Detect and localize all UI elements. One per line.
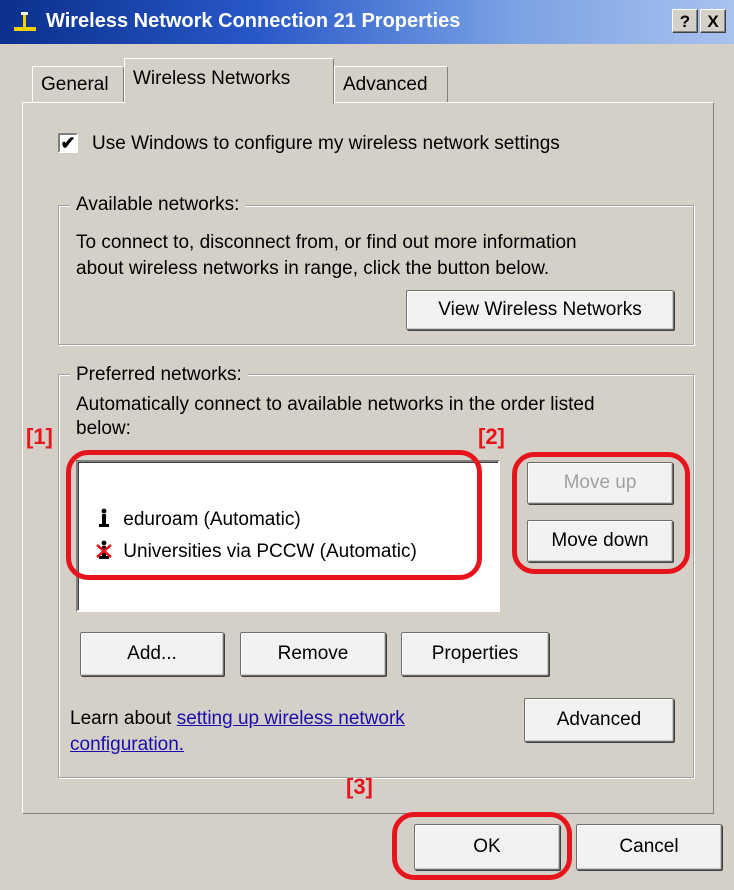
preferred-desc-line2: below: (76, 418, 131, 439)
tab-wireless-networks[interactable]: Wireless Networks (124, 58, 334, 104)
move-down-button[interactable]: Move down (527, 520, 673, 562)
learn-about-text: Learn about setting up wireless network (70, 708, 405, 730)
remove-button[interactable]: Remove (240, 632, 386, 676)
close-button[interactable]: X (700, 9, 726, 33)
available-desc-line2: about wireless networks in range, click … (76, 258, 550, 279)
available-desc-line1: To connect to, disconnect from, or find … (76, 232, 577, 253)
tab-general[interactable]: General (32, 66, 124, 104)
add-button[interactable]: Add... (80, 632, 224, 676)
list-item-universities-pccw[interactable]: Universities via PCCW (Automatic) (96, 540, 417, 563)
network-connection-icon (14, 12, 36, 31)
move-up-button[interactable]: Move up (527, 462, 673, 504)
title-bar[interactable]: Wireless Network Connection 21 Propertie… (0, 0, 734, 44)
setup-link-line2[interactable]: configuration. (70, 734, 184, 755)
callout-2: [2] (478, 424, 505, 449)
list-item-eduroam[interactable]: eduroam (Automatic) (96, 508, 301, 531)
network-antenna-icon (99, 508, 109, 527)
network-unavailable-icon (96, 540, 112, 559)
network-name: Universities via PCCW (Automatic) (123, 541, 417, 562)
preferred-networks-list[interactable] (76, 460, 500, 612)
window-title: Wireless Network Connection 21 Propertie… (46, 10, 461, 32)
ok-button[interactable]: OK (414, 824, 560, 870)
network-name: eduroam (Automatic) (123, 509, 301, 530)
cancel-button[interactable]: Cancel (576, 824, 722, 870)
setup-link-continued[interactable]: configuration. (70, 734, 184, 756)
preferred-networks-legend: Preferred networks: (70, 364, 248, 386)
available-networks-legend: Available networks: (70, 194, 246, 216)
tab-advanced[interactable]: Advanced (334, 66, 448, 104)
help-button[interactable]: ? (672, 9, 698, 33)
properties-button[interactable]: Properties (401, 632, 549, 676)
use-windows-checkbox[interactable]: ✔ (58, 133, 78, 153)
callout-1: [1] (26, 424, 53, 449)
callout-3: [3] (346, 774, 373, 799)
use-windows-label: Use Windows to configure my wireless net… (92, 133, 560, 154)
preferred-desc-line1: Automatically connect to available netwo… (76, 394, 595, 415)
learn-about-label: Learn about (70, 708, 172, 729)
view-wireless-networks-button[interactable]: View Wireless Networks (406, 290, 674, 330)
setup-link[interactable]: setting up wireless network (177, 708, 405, 729)
advanced-button[interactable]: Advanced (524, 698, 674, 742)
